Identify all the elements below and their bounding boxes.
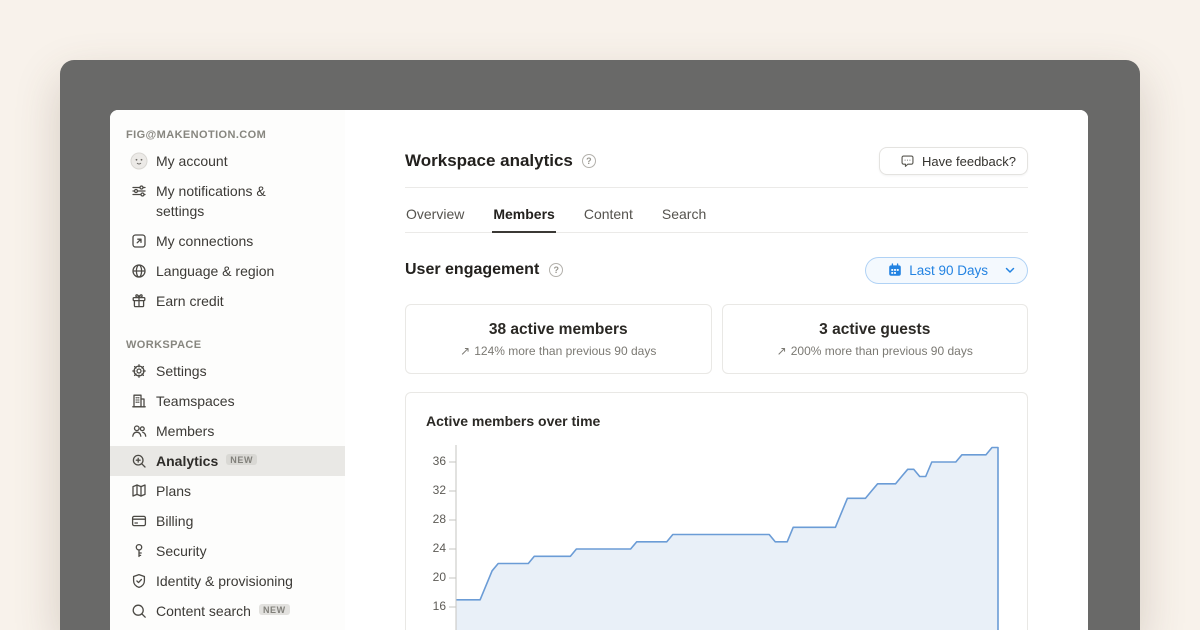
account-email-header: FIG@MAKENOTION.COM — [110, 124, 345, 146]
settings-modal: FIG@MAKENOTION.COM My account My notific… — [110, 110, 1088, 630]
sidebar-item-label: Members — [156, 421, 214, 441]
tab-overview[interactable]: Overview — [405, 197, 465, 232]
date-range-label: Last 90 Days — [909, 263, 988, 278]
trend-up-icon: ↗ — [777, 344, 787, 358]
chevron-down-icon — [1005, 267, 1015, 274]
sidebar-item-plans[interactable]: Plans — [110, 476, 345, 506]
section-title: User engagement — [405, 261, 539, 279]
sidebar-item-label: Earn credit — [156, 291, 224, 311]
magnifier-icon — [130, 602, 148, 620]
analytics-header-row: Workspace analytics ? Have feedback? — [405, 146, 1028, 176]
sidebar-item-label: Analytics — [156, 451, 218, 471]
sidebar-item-analytics[interactable]: Analytics NEW — [110, 446, 345, 476]
sidebar-item-label: Content search — [156, 601, 251, 621]
sidebar-item-my-notifications-settings[interactable]: My notifications & settings — [110, 176, 345, 226]
sidebar-item-earn-credit[interactable]: Earn credit — [110, 286, 345, 316]
have-feedback-button[interactable]: Have feedback? — [879, 147, 1028, 175]
new-badge: NEW — [226, 454, 257, 465]
stat-delta: ↗ 124% more than previous 90 days — [460, 344, 656, 358]
stat-cards-row: 38 active members ↗ 124% more than previ… — [405, 304, 1028, 374]
settings-sidebar: FIG@MAKENOTION.COM My account My notific… — [110, 110, 345, 630]
page-background: FIG@MAKENOTION.COM My account My notific… — [0, 0, 1200, 630]
macos-window: FIG@MAKENOTION.COM My account My notific… — [60, 60, 1140, 630]
tab-search[interactable]: Search — [661, 197, 707, 232]
people-icon — [130, 422, 148, 440]
workspace-nav: Settings Teamspaces Members Analytics NE… — [110, 356, 345, 626]
sidebar-item-label: Plans — [156, 481, 191, 501]
gift-icon — [130, 292, 148, 310]
date-range-dropdown[interactable]: Last 90 Days — [865, 257, 1028, 284]
building-icon — [130, 392, 148, 410]
sidebar-item-content-search[interactable]: Content search NEW — [110, 596, 345, 626]
sidebar-item-settings[interactable]: Settings — [110, 356, 345, 386]
window-titlebar — [60, 60, 1140, 110]
feedback-bubble-icon — [900, 154, 915, 169]
stat-value: 3 active guests — [819, 321, 930, 339]
avatar-icon — [130, 152, 148, 170]
stat-card: 3 active guests ↗ 200% more than previou… — [722, 304, 1029, 374]
sidebar-item-label: Billing — [156, 511, 193, 531]
arrow-up-right-box-icon — [130, 232, 148, 250]
zoom-plus-icon — [130, 452, 148, 470]
sidebar-item-identity-provisioning[interactable]: Identity & provisioning — [110, 566, 345, 596]
new-badge: NEW — [259, 604, 290, 615]
stat-value: 38 active members — [489, 321, 628, 339]
sidebar-item-members[interactable]: Members — [110, 416, 345, 446]
sidebar-item-label: My notifications & settings — [156, 181, 314, 221]
sidebar-item-label: Identity & provisioning — [156, 571, 293, 591]
map-icon — [130, 482, 148, 500]
sidebar-item-label: Language & region — [156, 261, 274, 281]
settings-content: Workspace analytics ? Have feedback? Ove… — [345, 110, 1088, 630]
analytics-tabs: Overview Members Content Search — [405, 197, 1028, 233]
workspace-header: WORKSPACE — [110, 334, 345, 356]
sidebar-item-label: My account — [156, 151, 228, 171]
help-icon[interactable]: ? — [582, 154, 596, 168]
sidebar-item-security[interactable]: Security — [110, 536, 345, 566]
sidebar-item-my-connections[interactable]: My connections — [110, 226, 345, 256]
page-title: Workspace analytics — [405, 151, 573, 171]
globe-icon — [130, 262, 148, 280]
tab-members[interactable]: Members — [492, 197, 555, 232]
sidebar-item-label: Settings — [156, 361, 207, 381]
key-icon — [130, 542, 148, 560]
sidebar-item-label: My connections — [156, 231, 253, 251]
sliders-icon — [130, 182, 148, 200]
credit-card-icon — [130, 512, 148, 530]
user-engagement-row: User engagement ? Last 90 Days — [405, 256, 1028, 284]
chart-area-fill — [456, 448, 998, 630]
stat-delta-text: 124% more than previous 90 days — [474, 344, 656, 358]
active-members-chart-card: Active members over time 363228242016 — [405, 392, 1028, 630]
gear-icon — [130, 362, 148, 380]
sidebar-item-teamspaces[interactable]: Teamspaces — [110, 386, 345, 416]
have-feedback-label: Have feedback? — [922, 154, 1016, 169]
account-nav: My account My notifications & settings M… — [110, 146, 345, 316]
sidebar-item-label: Security — [156, 541, 207, 561]
stat-delta: ↗ 200% more than previous 90 days — [777, 344, 973, 358]
sidebar-item-my-account[interactable]: My account — [110, 146, 345, 176]
stat-delta-text: 200% more than previous 90 days — [791, 344, 973, 358]
chart-plot-svg — [406, 393, 1028, 630]
calendar-icon — [888, 263, 902, 277]
sidebar-item-billing[interactable]: Billing — [110, 506, 345, 536]
trend-up-icon: ↗ — [460, 344, 470, 358]
sidebar-item-label: Teamspaces — [156, 391, 235, 411]
shield-check-icon — [130, 572, 148, 590]
stat-card: 38 active members ↗ 124% more than previ… — [405, 304, 712, 374]
sidebar-item-language-region[interactable]: Language & region — [110, 256, 345, 286]
header-divider — [405, 187, 1028, 188]
tab-content[interactable]: Content — [583, 197, 634, 232]
help-icon[interactable]: ? — [549, 263, 563, 277]
